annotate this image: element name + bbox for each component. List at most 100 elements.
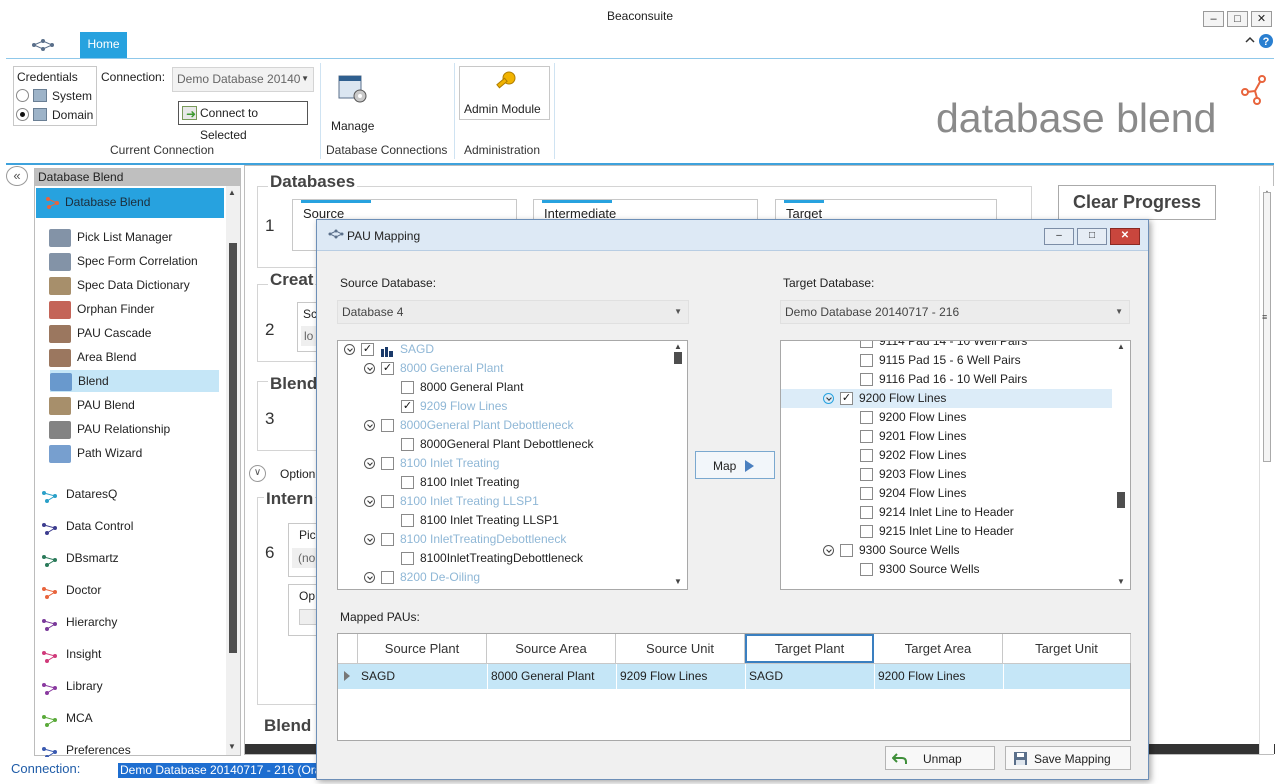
grid-column-header[interactable]: Target Area	[874, 634, 1003, 663]
tree-node[interactable]: 8100 Inlet Treating LLSP1	[364, 492, 539, 511]
tree-node[interactable]: ✓ 9209 Flow Lines	[384, 397, 507, 416]
tree-node[interactable]: 8200 De-Oiling	[364, 568, 480, 587]
tree-node[interactable]: 9204 Flow Lines	[843, 484, 966, 503]
grid-cell[interactable]: SAGD	[358, 664, 487, 689]
expand-toggle-icon[interactable]	[364, 458, 375, 470]
nav-main-item[interactable]: Insight	[41, 642, 101, 666]
expand-toggle-icon[interactable]	[364, 420, 375, 432]
nav-main-item[interactable]: Data Control	[41, 514, 133, 538]
nav-active-database-blend[interactable]: Database Blend	[36, 188, 224, 218]
target-tree-scrollbar[interactable]: ▲ ▼	[1113, 341, 1130, 589]
tree-node[interactable]: 8000 General Plant	[384, 378, 523, 397]
tree-checkbox[interactable]	[860, 563, 873, 577]
tree-checkbox[interactable]	[381, 533, 394, 547]
tree-checkbox[interactable]	[860, 430, 873, 444]
nav-scrollbar[interactable]: ▲ ▼	[226, 186, 240, 755]
tree-node[interactable]: ✓ SAGD	[344, 341, 434, 359]
nav-sub-item[interactable]: Blend	[50, 370, 219, 392]
expand-toggle-icon[interactable]	[364, 363, 375, 375]
unmap-button[interactable]: Unmap	[885, 746, 995, 770]
tree-node[interactable]: ✓ 9200 Flow Lines	[781, 389, 1112, 408]
source-tree-scrollbar[interactable]: ▲ ▼	[670, 341, 687, 589]
tree-checkbox[interactable]: ✓	[381, 362, 394, 376]
close-button[interactable]: ✕	[1251, 11, 1272, 27]
main-scrollbar[interactable]: ▲ ≡	[1259, 186, 1274, 754]
source-scroll-thumb[interactable]	[674, 352, 682, 364]
tree-node[interactable]: 9201 Flow Lines	[843, 427, 966, 446]
tree-checkbox[interactable]	[381, 495, 394, 509]
admin-module-button[interactable]: Admin Module	[459, 66, 550, 120]
tree-node[interactable]: 9300 Source Wells	[823, 541, 960, 560]
tree-node[interactable]: 9300 Source Wells	[843, 560, 980, 579]
connection-select[interactable]: Demo Database 20140 ▼	[172, 67, 314, 92]
nav-main-item[interactable]: Hierarchy	[41, 610, 117, 634]
scroll-up-icon[interactable]: ▲	[228, 188, 236, 197]
database-manage-icon[interactable]	[337, 73, 369, 105]
grid-cell[interactable]: 8000 General Plant	[487, 664, 616, 689]
tree-node[interactable]: 8100 Inlet Treating	[364, 454, 499, 473]
tree-node[interactable]: 9203 Flow Lines	[843, 465, 966, 484]
app-menu-icon[interactable]	[30, 37, 56, 53]
tree-checkbox[interactable]	[860, 373, 873, 387]
nav-sub-item[interactable]: PAU Relationship	[49, 418, 219, 440]
nav-main-item[interactable]: Doctor	[41, 578, 101, 602]
dialog-minimize-button[interactable]: –	[1044, 228, 1074, 245]
source-database-select[interactable]: Database 4 ▼	[337, 300, 689, 324]
map-button[interactable]: Map	[695, 451, 775, 479]
expand-toggle-icon[interactable]	[364, 496, 375, 508]
tree-node[interactable]: 8000General Plant Debottleneck	[364, 416, 573, 435]
tree-node[interactable]: 9116 Pad 16 - 10 Well Pairs	[843, 370, 1027, 389]
collapse-nav-button[interactable]: «	[6, 166, 28, 186]
grid-cell[interactable]: 9209 Flow Lines	[616, 664, 745, 689]
tree-node[interactable]: 8100InletTreatingDebottleneck	[384, 549, 583, 568]
save-mapping-button[interactable]: Save Mapping	[1005, 746, 1131, 770]
tree-checkbox[interactable]	[860, 411, 873, 425]
grid-cell[interactable]: 9200 Flow Lines	[874, 664, 1003, 689]
collapse-ribbon-icon[interactable]	[1244, 35, 1256, 45]
tree-checkbox[interactable]	[860, 506, 873, 520]
table-row[interactable]: SAGD 8000 General Plant 9209 Flow Lines SAG…	[338, 664, 1130, 689]
tab-home[interactable]: Home	[80, 32, 127, 58]
grid-column-header[interactable]: Source Plant	[358, 634, 487, 663]
dialog-maximize-button[interactable]: □	[1077, 228, 1107, 245]
nav-main-item[interactable]: MCA	[41, 706, 93, 730]
tree-checkbox[interactable]	[401, 381, 414, 395]
tree-node[interactable]: 8100 Inlet Treating	[384, 473, 519, 492]
tree-checkbox[interactable]	[860, 525, 873, 539]
nav-scroll-thumb[interactable]	[229, 243, 237, 653]
tree-checkbox[interactable]	[401, 552, 414, 566]
grid-cell[interactable]	[1003, 664, 1131, 689]
tree-node[interactable]: 8000General Plant Debottleneck	[384, 435, 593, 454]
dialog-close-button[interactable]: ✕	[1110, 228, 1140, 245]
tree-node[interactable]: 9214 Inlet Line to Header	[843, 503, 1014, 522]
nav-sub-item[interactable]: Spec Data Dictionary	[49, 274, 219, 296]
tree-node[interactable]: ✓ 8000 General Plant	[364, 359, 503, 378]
expand-toggle-icon[interactable]	[823, 545, 834, 557]
expand-toggle-icon[interactable]	[364, 534, 375, 546]
tree-node[interactable]: 9114 Pad 14 - 10 Well Pairs	[843, 341, 1027, 351]
nav-sub-item[interactable]: Orphan Finder	[49, 298, 219, 320]
tree-node[interactable]: 9215 Inlet Line to Header	[843, 522, 1014, 541]
tree-node[interactable]: 9200 Flow Lines	[843, 408, 966, 427]
expand-options-icon[interactable]: ∨	[249, 465, 266, 482]
clear-progress-button[interactable]: Clear Progress	[1058, 185, 1216, 220]
tree-checkbox[interactable]: ✓	[840, 392, 853, 406]
grid-column-header[interactable]: Source Area	[487, 634, 616, 663]
grid-column-header[interactable]: Source Unit	[616, 634, 745, 663]
tree-node[interactable]: 8100 InletTreatingDebottleneck	[364, 530, 566, 549]
nav-sub-item[interactable]: Pick List Manager	[49, 226, 219, 248]
tree-checkbox[interactable]	[860, 468, 873, 482]
tree-checkbox[interactable]	[401, 438, 414, 452]
scroll-up-icon[interactable]: ▲	[1117, 342, 1125, 351]
tree-checkbox[interactable]	[860, 341, 873, 349]
maximize-button[interactable]: □	[1227, 11, 1248, 27]
nav-sub-item[interactable]: Spec Form Correlation	[49, 250, 219, 272]
grid-column-header[interactable]: Target Plant	[745, 634, 874, 663]
target-database-select[interactable]: Demo Database 20140717 - 216 ▼	[780, 300, 1130, 324]
tree-checkbox[interactable]	[860, 354, 873, 368]
connect-to-selected-button[interactable]: ➜ Connect to Selected	[178, 101, 308, 142]
nav-main-item[interactable]: Library	[41, 674, 103, 698]
nav-sub-item[interactable]: PAU Blend	[49, 394, 219, 416]
tree-node[interactable]: 9202 Flow Lines	[843, 446, 966, 465]
main-scroll-thumb[interactable]	[1263, 192, 1271, 462]
